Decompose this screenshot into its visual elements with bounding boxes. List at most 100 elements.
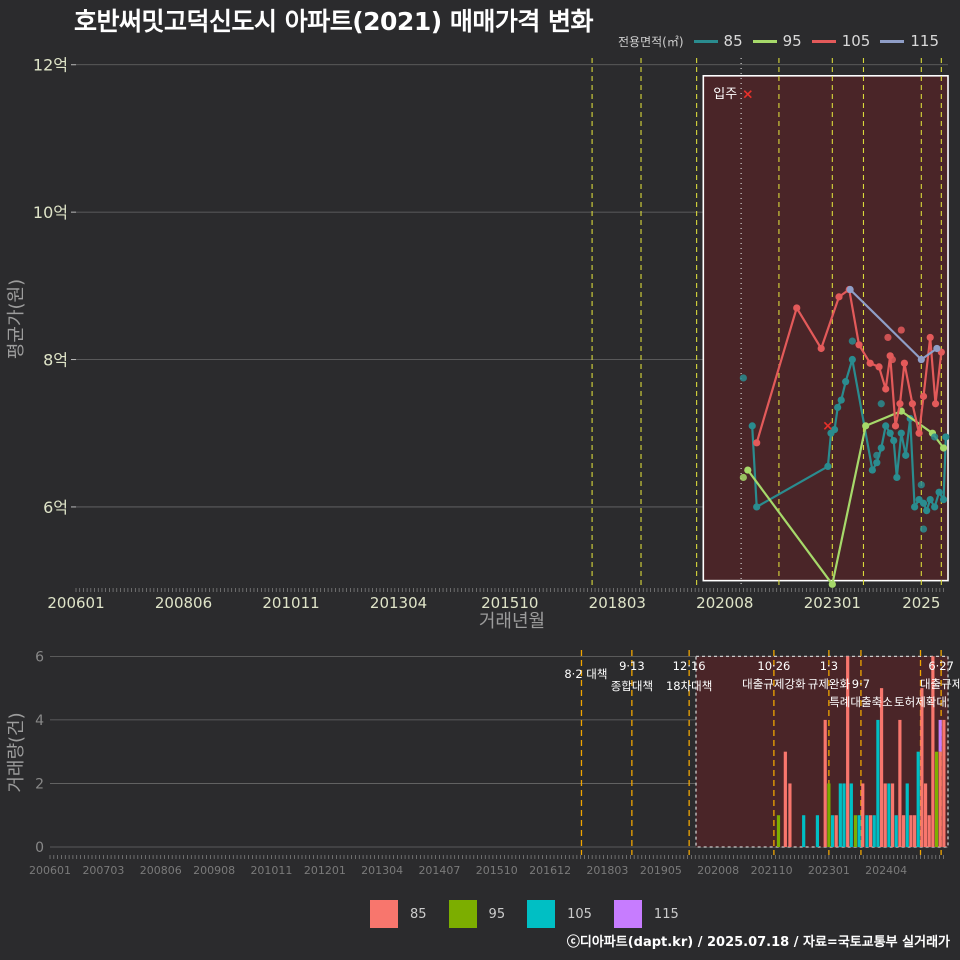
price-point-95 [939, 444, 948, 452]
price-point-95 [744, 466, 752, 474]
volume-bar [842, 783, 846, 847]
chart-canvas: 6억 8억 10억 12억입주 200601 200806 201011 201304 2015… [6, 56, 960, 877]
price-y-axis-title: 평균가(원) [6, 279, 27, 359]
volume-y-tick-label: 0 [35, 840, 44, 856]
price-point-85 [939, 495, 948, 504]
price-x-tick-label: 201304 [370, 594, 427, 612]
move-in-annotation: 입주 [713, 87, 737, 102]
price-point-85 [842, 378, 850, 386]
price-point-105 [875, 363, 883, 371]
volume-policy-label: 10·26 [757, 659, 790, 673]
price-point-115 [846, 285, 854, 294]
price-point-105 [931, 400, 940, 408]
price-extra-point [888, 355, 896, 364]
price-point-105 [866, 359, 874, 367]
price-point-85 [919, 499, 928, 507]
volume-x-tick-label: 200806 [140, 864, 182, 877]
price-point-85 [886, 429, 894, 437]
volume-bar [879, 688, 884, 847]
price-extra-point [877, 400, 885, 408]
volume-bar [853, 815, 858, 847]
source-credit: ⓒ디아파트(dapt.kr) / 2025.07.18 / 자료=국토교통부 실… [566, 935, 950, 950]
volume-legend-label-95: 95 [488, 906, 506, 922]
price-x-tick-label: 200806 [155, 594, 212, 612]
volume-legend-item-95: 95 [448, 900, 506, 928]
price-point-105 [855, 341, 863, 349]
volume-bar [923, 783, 928, 847]
price-point-105 [900, 359, 909, 367]
volume-bar [788, 783, 792, 847]
volume-bar [938, 751, 942, 847]
volume-policy-label: 특례대출축소 [829, 695, 892, 709]
volume-x-tick-label: 200908 [193, 864, 235, 877]
volume-bar [872, 815, 876, 847]
price-point-85 [926, 495, 934, 504]
price-extra-point [848, 337, 856, 345]
volume-bar [865, 815, 869, 847]
price-point-105 [753, 439, 761, 447]
volume-bar [802, 815, 806, 847]
price-point-95 [828, 580, 836, 588]
volume-bar [883, 783, 887, 847]
price-point-85 [877, 444, 885, 452]
volume-policy-label: 6·27 [928, 659, 954, 673]
volume-bar [827, 783, 831, 847]
price-point-95 [862, 422, 870, 430]
volume-bar [876, 719, 880, 847]
volume-x-tick-label: 201201 [304, 864, 346, 877]
price-point-105 [817, 344, 825, 353]
price-point-105 [915, 429, 923, 437]
volume-x-tick-label: 201803 [586, 864, 628, 877]
volume-policy-label: 12·16 [673, 659, 706, 673]
price-extra-point [873, 451, 881, 459]
price-point-85 [890, 437, 898, 445]
volume-legend-item-105: 105 [527, 900, 592, 928]
price-point-85 [893, 473, 901, 482]
price-point-105 [882, 385, 890, 393]
price-x-tick-label: 202008 [696, 594, 753, 612]
volume-x-tick-label: 202110 [751, 864, 793, 877]
volume-bar [909, 815, 913, 847]
volume-bar [868, 815, 873, 847]
volume-x-tick-label: 201407 [418, 864, 460, 877]
volume-bar [776, 815, 781, 847]
volume-bar [912, 815, 917, 847]
price-y-tick-label: 10억 [33, 203, 68, 222]
price-point-105 [835, 293, 843, 301]
volume-legend: 85 95 105 115 [370, 900, 701, 928]
volume-policy-label: 토허제확대 [894, 695, 947, 709]
volume-bar [830, 815, 835, 847]
price-point-85 [868, 466, 876, 474]
price-extra-point [739, 473, 747, 482]
price-y-tick-label: 6억 [43, 498, 68, 517]
price-x-axis-title: 거래년월 [479, 611, 545, 632]
volume-x-tick-label: 200601 [29, 864, 71, 877]
price-point-115 [917, 355, 925, 364]
price-point-85 [911, 503, 919, 511]
volume-bar [934, 751, 939, 847]
volume-legend-label-115: 115 [653, 906, 679, 922]
price-point-105 [926, 333, 934, 342]
volume-legend-label-85: 85 [410, 906, 427, 922]
price-point-85 [753, 503, 761, 511]
volume-y-tick-label: 4 [35, 713, 44, 729]
price-extra-point [919, 525, 928, 533]
volume-policy-label: 1·3 [820, 659, 838, 673]
volume-bar [838, 783, 842, 847]
price-point-105 [908, 400, 917, 408]
volume-bar [927, 815, 931, 847]
price-extra-point [931, 433, 939, 441]
price-extra-point [917, 481, 925, 489]
volume-bar [901, 815, 906, 847]
price-point-85 [942, 433, 950, 441]
price-point-115 [933, 344, 941, 353]
price-x-tick-label: 201803 [589, 594, 646, 612]
price-extra-point [884, 333, 892, 342]
volume-legend-item-115: 115 [613, 900, 679, 928]
volume-bar [894, 815, 898, 847]
volume-x-tick-label: 200703 [82, 864, 124, 877]
volume-legend-box-85 [370, 900, 398, 928]
volume-legend-item-85: 85 [370, 900, 427, 928]
price-y-tick-label: 12억 [33, 56, 68, 75]
volume-x-tick-label: 201612 [529, 864, 571, 877]
